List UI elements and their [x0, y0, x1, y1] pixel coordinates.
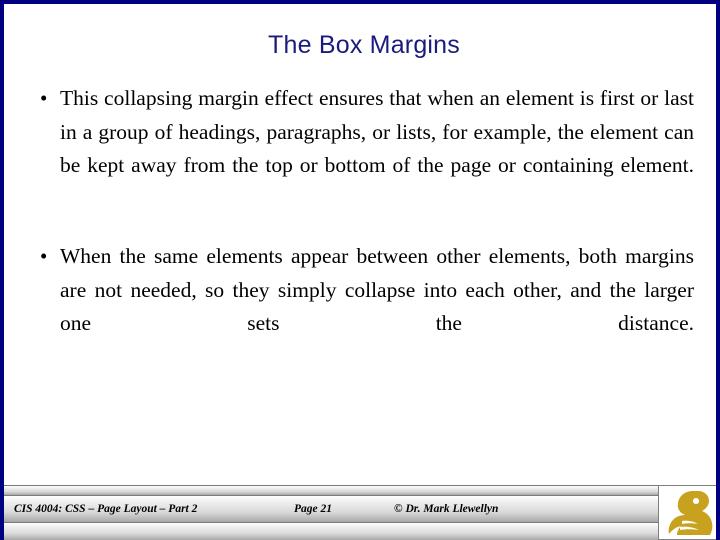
slide-footer: CIS 4004: CSS – Page Layout – Part 2 Pag… [4, 485, 716, 540]
footer-text-row: CIS 4004: CSS – Page Layout – Part 2 Pag… [4, 495, 654, 522]
slide-canvas: The Box Margins • This collapsing margin… [0, 0, 720, 540]
pegasus-icon [668, 491, 713, 535]
footer-bar-top [4, 485, 716, 495]
bullet-text: When the same elements appear between ot… [60, 244, 694, 335]
footer-page-number: Page 21 [294, 502, 333, 515]
page-title: The Box Margins [268, 31, 460, 59]
slide-body: • This collapsing margin effect ensures … [34, 82, 694, 374]
bullet-text: This collapsing margin effect ensures th… [60, 86, 694, 177]
footer-copyright: © Dr. Mark Llewellyn [394, 502, 499, 515]
list-item: • This collapsing margin effect ensures … [34, 82, 694, 216]
ucf-pegasus-logo [658, 485, 716, 540]
list-item: • When the same elements appear between … [34, 240, 694, 374]
footer-bar-bottom [4, 522, 716, 540]
footer-course-label: CIS 4004: CSS – Page Layout – Part 2 [14, 502, 198, 515]
bullet-icon: • [40, 244, 48, 268]
bullet-icon: • [40, 86, 48, 110]
